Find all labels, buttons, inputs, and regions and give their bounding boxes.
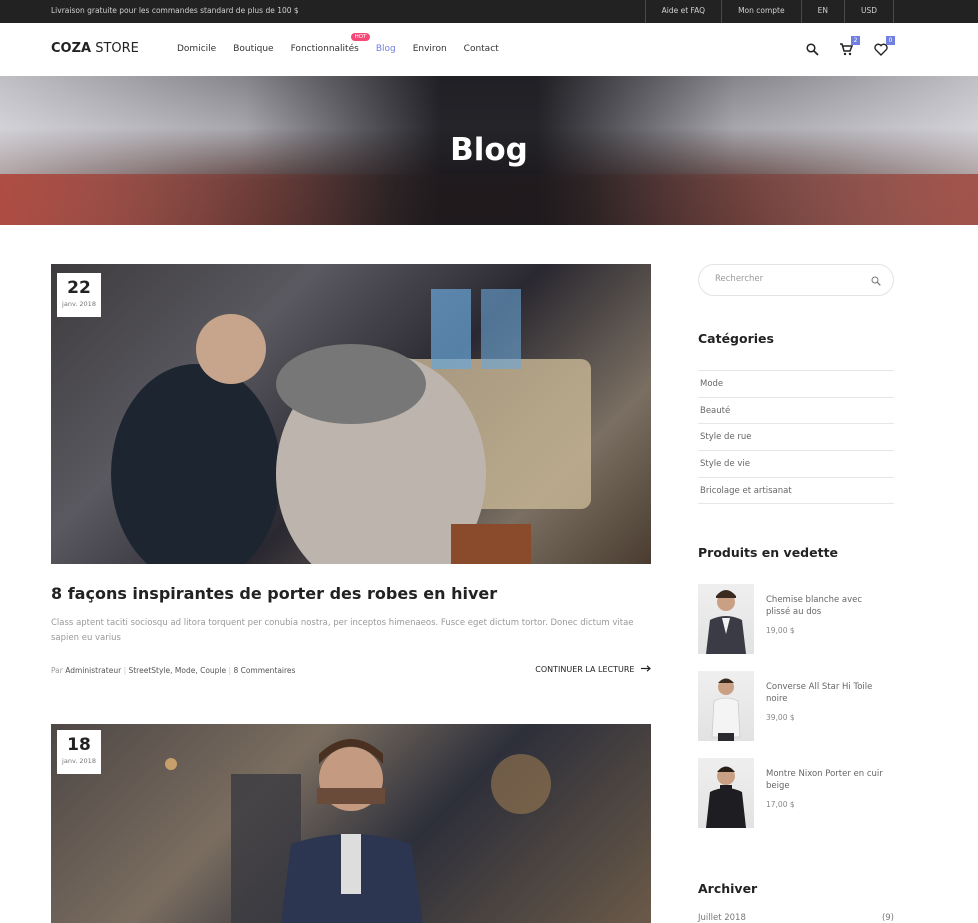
top-links: Aide et FAQ Mon compte EN USD: [644, 0, 894, 23]
category-item[interactable]: Style de vie: [698, 451, 894, 478]
nav-home[interactable]: Domicile: [177, 44, 216, 54]
post-title[interactable]: 8 façons inspirantes de porter des robes…: [51, 584, 497, 603]
archive-item[interactable]: Juillet 2018 (9): [698, 913, 894, 923]
nav-contact[interactable]: Contact: [464, 44, 499, 54]
my-account-link[interactable]: Mon compte: [721, 0, 801, 23]
archive-count: (9): [881, 913, 894, 923]
product-name[interactable]: Montre Nixon Porter en cuir beige: [766, 768, 886, 792]
currency-selector[interactable]: USD: [843, 0, 894, 23]
post-author[interactable]: Administrateur: [65, 666, 121, 675]
heart-icon[interactable]: 0: [874, 36, 895, 56]
post-meta: Par Administrateur | StreetStyle, Mode, …: [51, 666, 296, 675]
categories-list: Mode Beauté Style de rue Style de vie Br…: [698, 370, 894, 505]
main-header: COZA STORE Domicile Boutique Fonctionnal…: [0, 23, 978, 76]
product-price: 19,00 $: [766, 626, 795, 635]
product-name[interactable]: Converse All Star Hi Toile noire: [766, 681, 886, 705]
logo-bold: COZA: [51, 41, 92, 56]
nav-shop[interactable]: Boutique: [233, 44, 273, 54]
product-thumbnail[interactable]: [698, 584, 754, 654]
category-item[interactable]: Bricolage et artisanat: [698, 478, 894, 505]
product-price: 39,00 $: [766, 713, 795, 722]
language-selector[interactable]: EN: [800, 0, 844, 23]
post-comments[interactable]: 8 Commentaires: [233, 666, 295, 675]
featured-product: Converse All Star Hi Toile noire 39,00 $: [698, 671, 894, 741]
nav-about[interactable]: Environ: [413, 44, 447, 54]
blog-post: 22 janv. 2018 8 façons inspirantes de po…: [51, 264, 651, 684]
search-input[interactable]: [715, 274, 865, 284]
archive-title: Archiver: [698, 881, 758, 896]
shipping-promo: Livraison gratuite pour les commandes st…: [51, 6, 299, 15]
main-nav: Domicile Boutique Fonctionnalités HOT Blo…: [177, 33, 516, 54]
product-thumbnail[interactable]: [698, 671, 754, 741]
arrow-right-icon: [641, 665, 651, 672]
post-excerpt: Class aptent taciti sociosqu ad litora t…: [51, 618, 634, 643]
cart-icon[interactable]: 2: [839, 36, 860, 56]
nav-blog[interactable]: Blog: [376, 44, 396, 54]
logo-rest: STORE: [91, 41, 139, 56]
continue-reading-link[interactable]: CONTINUER LA LECTURE: [535, 665, 651, 674]
post-month: janv. 2018: [62, 300, 96, 308]
sidebar-search: [698, 264, 894, 296]
post-day: 18: [67, 735, 91, 755]
search-icon[interactable]: [871, 276, 881, 286]
page-title: Blog: [450, 132, 528, 168]
nav-features-wrap[interactable]: Fonctionnalités HOT: [291, 33, 371, 54]
archive-month: Juillet 2018: [698, 913, 746, 923]
category-item[interactable]: Style de rue: [698, 424, 894, 452]
product-thumbnail[interactable]: [698, 758, 754, 828]
featured-products-title: Produits en vedette: [698, 545, 839, 560]
nav-features[interactable]: Fonctionnalités: [291, 44, 359, 54]
hot-badge: HOT: [350, 33, 371, 41]
post-date: 18 janv. 2018: [57, 730, 101, 774]
help-faq-link[interactable]: Aide et FAQ: [644, 0, 721, 23]
search-icon[interactable]: [806, 41, 820, 56]
featured-product: Chemise blanche avec plissé au dos 19,00…: [698, 584, 894, 654]
post-date: 22 janv. 2018: [57, 273, 101, 317]
cart-count-badge: 2: [851, 36, 860, 45]
product-name[interactable]: Chemise blanche avec plissé au dos: [766, 594, 886, 618]
top-bar: Livraison gratuite pour les commandes st…: [0, 0, 978, 23]
wishlist-count-badge: 0: [886, 36, 895, 45]
post-day: 22: [67, 278, 91, 298]
featured-product: Montre Nixon Porter en cuir beige 17,00 …: [698, 758, 894, 828]
product-price: 17,00 $: [766, 800, 795, 809]
continue-reading-label: CONTINUER LA LECTURE: [535, 665, 635, 674]
post-image[interactable]: [51, 264, 651, 564]
categories-title: Catégories: [698, 331, 774, 346]
logo[interactable]: COZA STORE: [51, 41, 139, 56]
post-image[interactable]: [51, 724, 651, 923]
hero-image-lower: [0, 174, 978, 225]
post-by: Par: [51, 666, 63, 675]
post-month: janv. 2018: [62, 757, 96, 765]
blog-post: 18 janv. 2018: [51, 724, 651, 923]
category-item[interactable]: Mode: [698, 371, 894, 398]
category-item[interactable]: Beauté: [698, 398, 894, 425]
hero-banner: Blog: [0, 76, 978, 225]
post-tags[interactable]: StreetStyle, Mode, Couple: [128, 666, 226, 675]
